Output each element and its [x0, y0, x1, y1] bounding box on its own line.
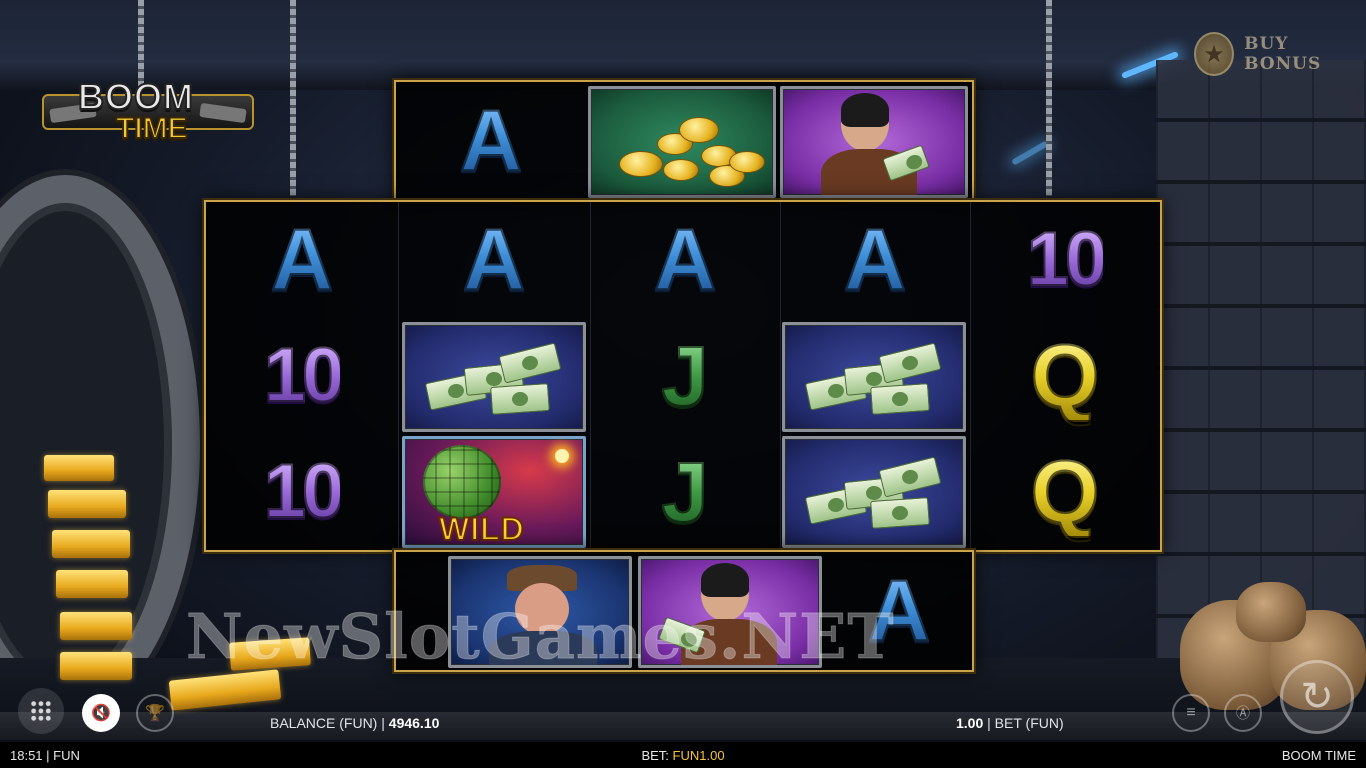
symbol-cell: A	[780, 202, 970, 318]
control-bar: 🔇 🏆 BALANCE (FUN) | 4946.10 1.00 | BET (…	[0, 660, 1366, 744]
symbol-cell: 10	[206, 434, 398, 550]
gold-coin	[679, 117, 719, 143]
cash-bill	[498, 342, 562, 384]
money-bag	[1236, 582, 1306, 642]
symbol-a: A	[459, 93, 523, 189]
symbol-cell: A	[206, 202, 398, 318]
symbol-a: A	[843, 212, 907, 308]
cash-bill	[870, 497, 930, 529]
boss-head	[515, 583, 569, 635]
symbol-a: A	[462, 212, 526, 308]
symbol-a: A	[653, 212, 717, 308]
symbol-masked-robber	[780, 86, 968, 198]
cash-bill	[878, 342, 942, 384]
robber-mask	[701, 563, 749, 597]
autoplay-icon: Ⓐ	[1236, 705, 1250, 721]
wild-label: WILD	[438, 510, 525, 547]
trophy-icon: 🏆	[145, 705, 165, 722]
gold-coin	[619, 151, 663, 177]
cash-bill	[878, 456, 942, 498]
menu-button[interactable]	[18, 688, 64, 734]
symbol-cell: A	[826, 552, 972, 670]
status-bet-label: BET:	[641, 748, 669, 763]
hanging-chain	[138, 0, 144, 88]
grenade-icon	[423, 445, 501, 519]
status-bet: BET: FUN1.00	[0, 748, 1366, 763]
symbol-wild-grenade: WILD	[402, 436, 586, 548]
sound-toggle-button[interactable]: 🔇	[82, 694, 120, 732]
reel-separator	[398, 202, 399, 550]
balance-display: BALANCE (FUN) | 4946.10	[270, 715, 440, 731]
gold-coin	[729, 151, 765, 173]
symbol-cell: Q	[970, 318, 1160, 434]
cash-bill	[490, 383, 550, 415]
symbol-q: Q	[1030, 442, 1100, 541]
symbol-cash-stack	[782, 436, 966, 548]
symbol-cell: A	[400, 202, 588, 318]
symbol-cash-stack	[402, 322, 586, 432]
symbol-q: Q	[1030, 326, 1100, 425]
spin-icon: ↻	[1300, 675, 1334, 719]
symbol-masked-robber	[638, 556, 822, 668]
symbol-j: J	[661, 329, 710, 423]
buy-bonus-button[interactable]: ★ BUY BONUS	[1194, 30, 1360, 78]
symbol-10: 10	[263, 333, 346, 418]
coin-stack-icon: ≡	[1186, 704, 1196, 721]
fuse-spark-icon	[555, 449, 569, 463]
balance-label: BALANCE (FUN)	[270, 715, 378, 731]
trophy-button[interactable]: 🏆	[136, 694, 174, 732]
robber-mask	[841, 93, 889, 127]
symbol-cell: A	[396, 82, 586, 200]
gold-coin	[663, 159, 699, 181]
bet-value: 1.00	[956, 715, 984, 731]
gold-bar	[48, 490, 126, 518]
gold-bar	[56, 570, 128, 598]
symbol-j: J	[661, 445, 710, 539]
status-bar: 18:51 | FUN BET: FUN1.00 BOOM TIME	[0, 742, 1366, 768]
gold-bar	[52, 530, 130, 558]
game-logo: BOOM TIME	[42, 75, 254, 152]
cash-bill	[870, 383, 930, 415]
symbol-10: 10	[1026, 217, 1109, 302]
hanging-chain	[290, 0, 296, 196]
logo-text-time: TIME	[115, 111, 189, 146]
sound-muted-icon: 🔇	[91, 705, 111, 722]
menu-grid-icon	[30, 700, 52, 722]
buy-bonus-star-coin-icon: ★	[1194, 32, 1235, 76]
bet-label: BET (FUN)	[994, 715, 1064, 731]
gold-bar	[44, 455, 114, 481]
bet-display[interactable]: 1.00 | BET (FUN)	[956, 715, 1064, 731]
spin-button[interactable]: ↻	[1280, 660, 1354, 734]
main-reel-grid: A 10 10 A WILD A J J A 10 Q Q	[204, 200, 1162, 552]
hanging-chain	[1046, 0, 1052, 196]
symbol-gold-coins	[588, 86, 776, 198]
gold-bar	[60, 612, 132, 640]
ceiling-light	[1011, 140, 1049, 166]
gold-bar	[60, 652, 132, 680]
symbol-cash-stack	[782, 322, 966, 432]
symbol-a: A	[867, 563, 931, 659]
control-bar-strip	[0, 712, 1366, 740]
symbol-cell: 10	[206, 318, 398, 434]
symbol-10: 10	[263, 449, 346, 534]
symbol-a: A	[270, 212, 334, 308]
symbol-mobster-boss	[448, 556, 632, 668]
balance-value: 4946.10	[388, 715, 440, 731]
autoplay-button[interactable]: Ⓐ	[1224, 694, 1262, 732]
symbol-cell: J	[590, 318, 780, 434]
symbol-cell: J	[590, 434, 780, 550]
bottom-reel-row: A	[394, 550, 974, 672]
boss-body	[489, 631, 597, 665]
gold-bar	[229, 637, 311, 671]
status-bet-value: FUN1.00	[672, 748, 725, 763]
buy-bonus-label: BUY BONUS	[1244, 34, 1322, 74]
bet-settings-button[interactable]: ≡	[1172, 694, 1210, 732]
symbol-cell: 10	[970, 202, 1160, 318]
symbol-cell: A	[590, 202, 780, 318]
symbol-cell: Q	[970, 434, 1160, 550]
top-reel-row: A	[394, 80, 974, 202]
game-name: BOOM TIME	[1281, 748, 1356, 763]
